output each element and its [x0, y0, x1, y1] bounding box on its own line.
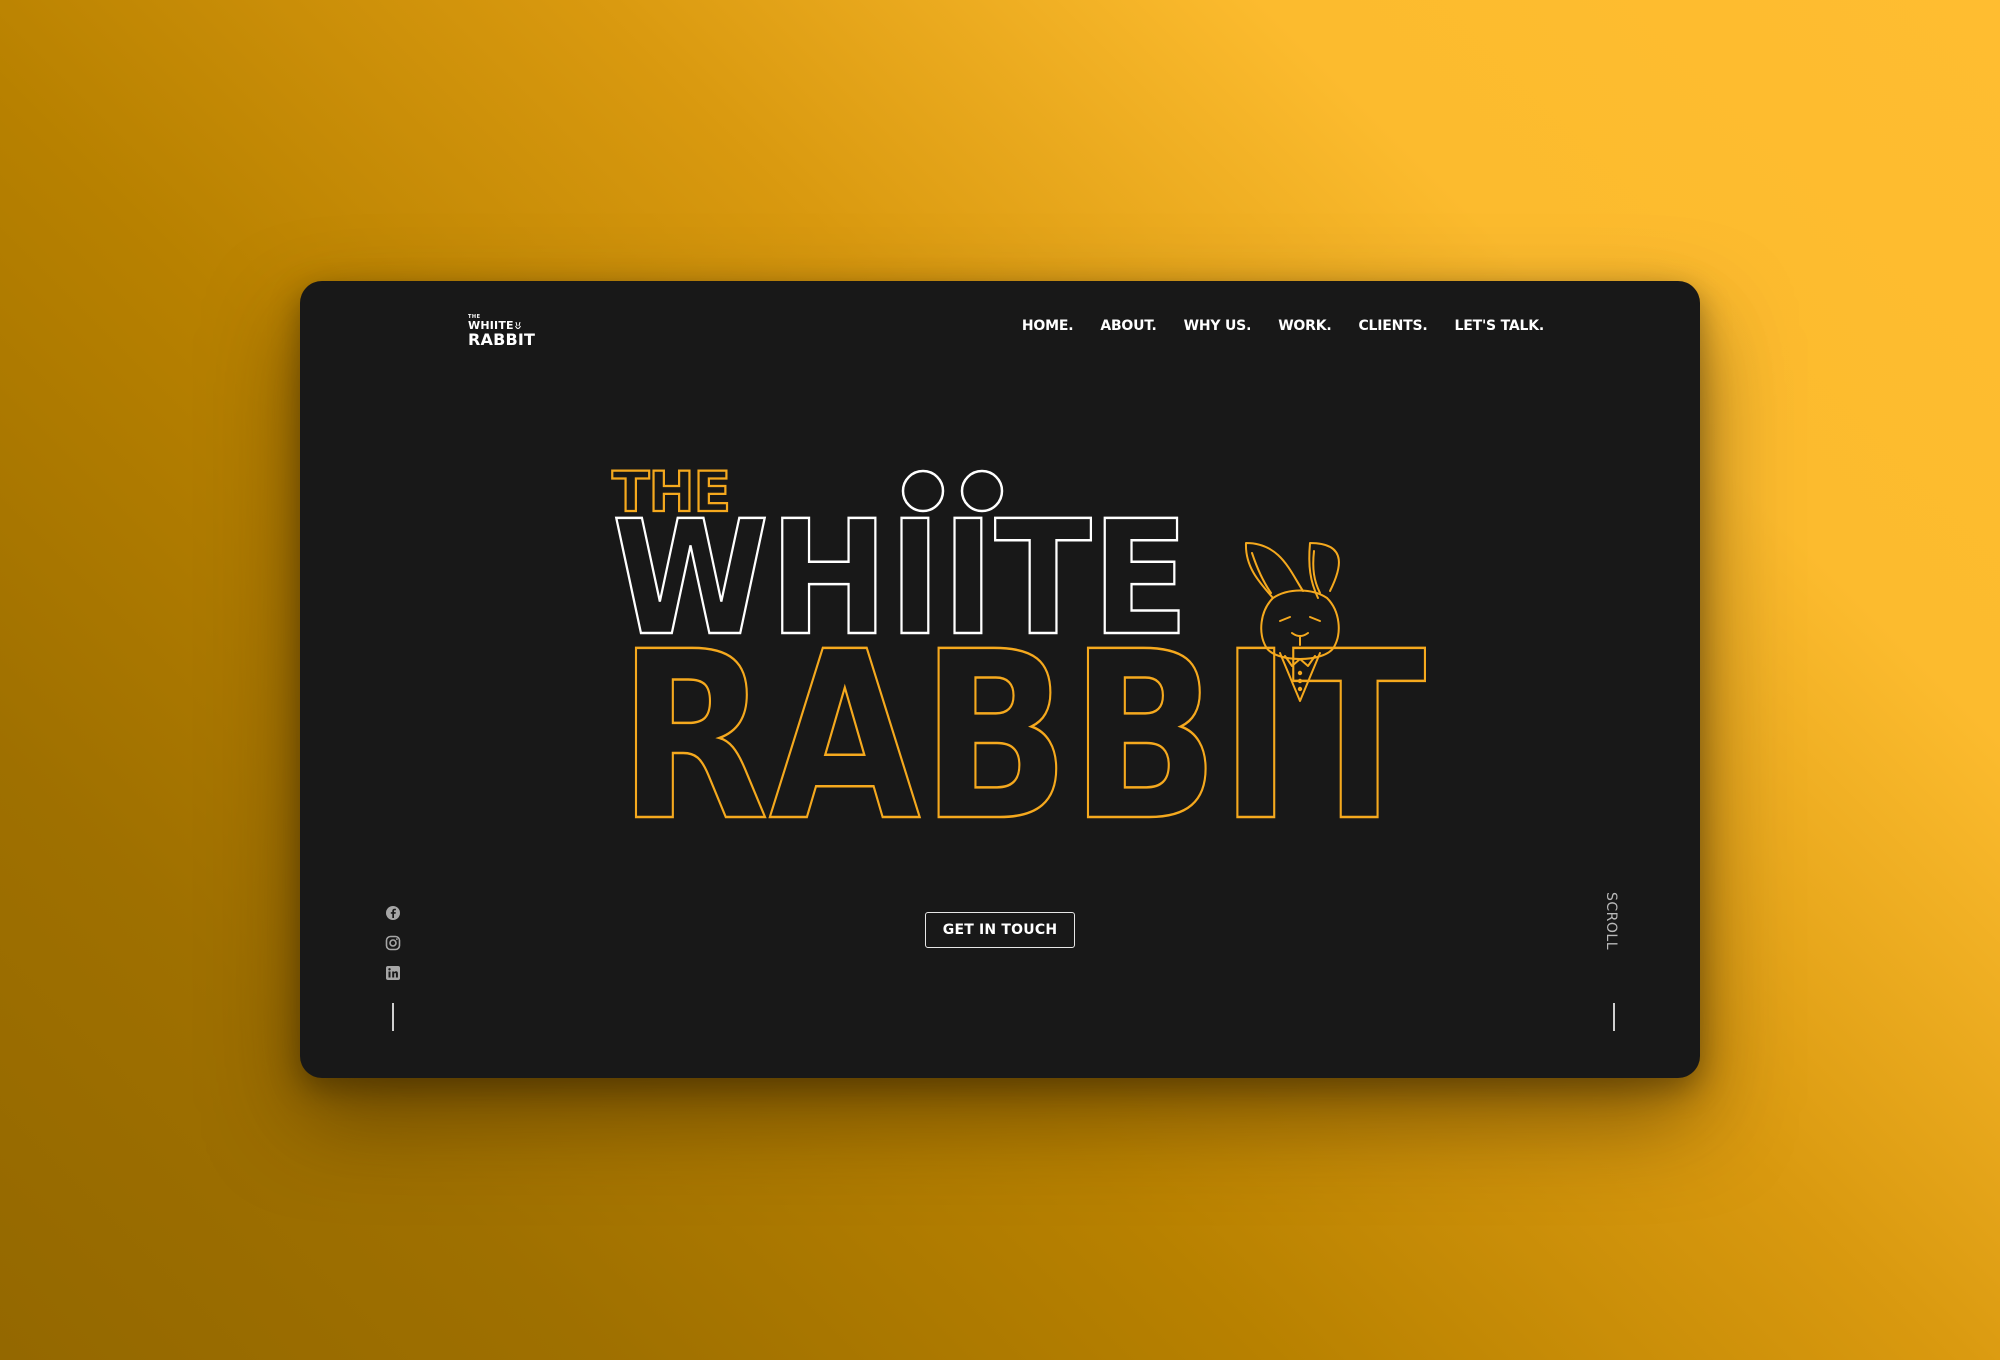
social-links: [385, 905, 401, 995]
hero-word-rabbit: RABBIT: [618, 602, 1426, 872]
browser-window: THE WHIITE RABBIT HOME. ABOUT. WHY US. W…: [300, 281, 1700, 1078]
facebook-icon[interactable]: [385, 905, 401, 921]
social-divider-line: [392, 1003, 394, 1031]
instagram-icon[interactable]: [385, 935, 401, 951]
linkedin-icon[interactable]: [385, 965, 401, 981]
hero-wordmark: THE WHIITE RABBIT: [611, 459, 1428, 873]
scroll-indicator-line[interactable]: [1613, 1003, 1615, 1031]
scroll-label: SCROLL: [1603, 891, 1619, 950]
get-in-touch-button[interactable]: GET IN TOUCH: [925, 912, 1075, 948]
